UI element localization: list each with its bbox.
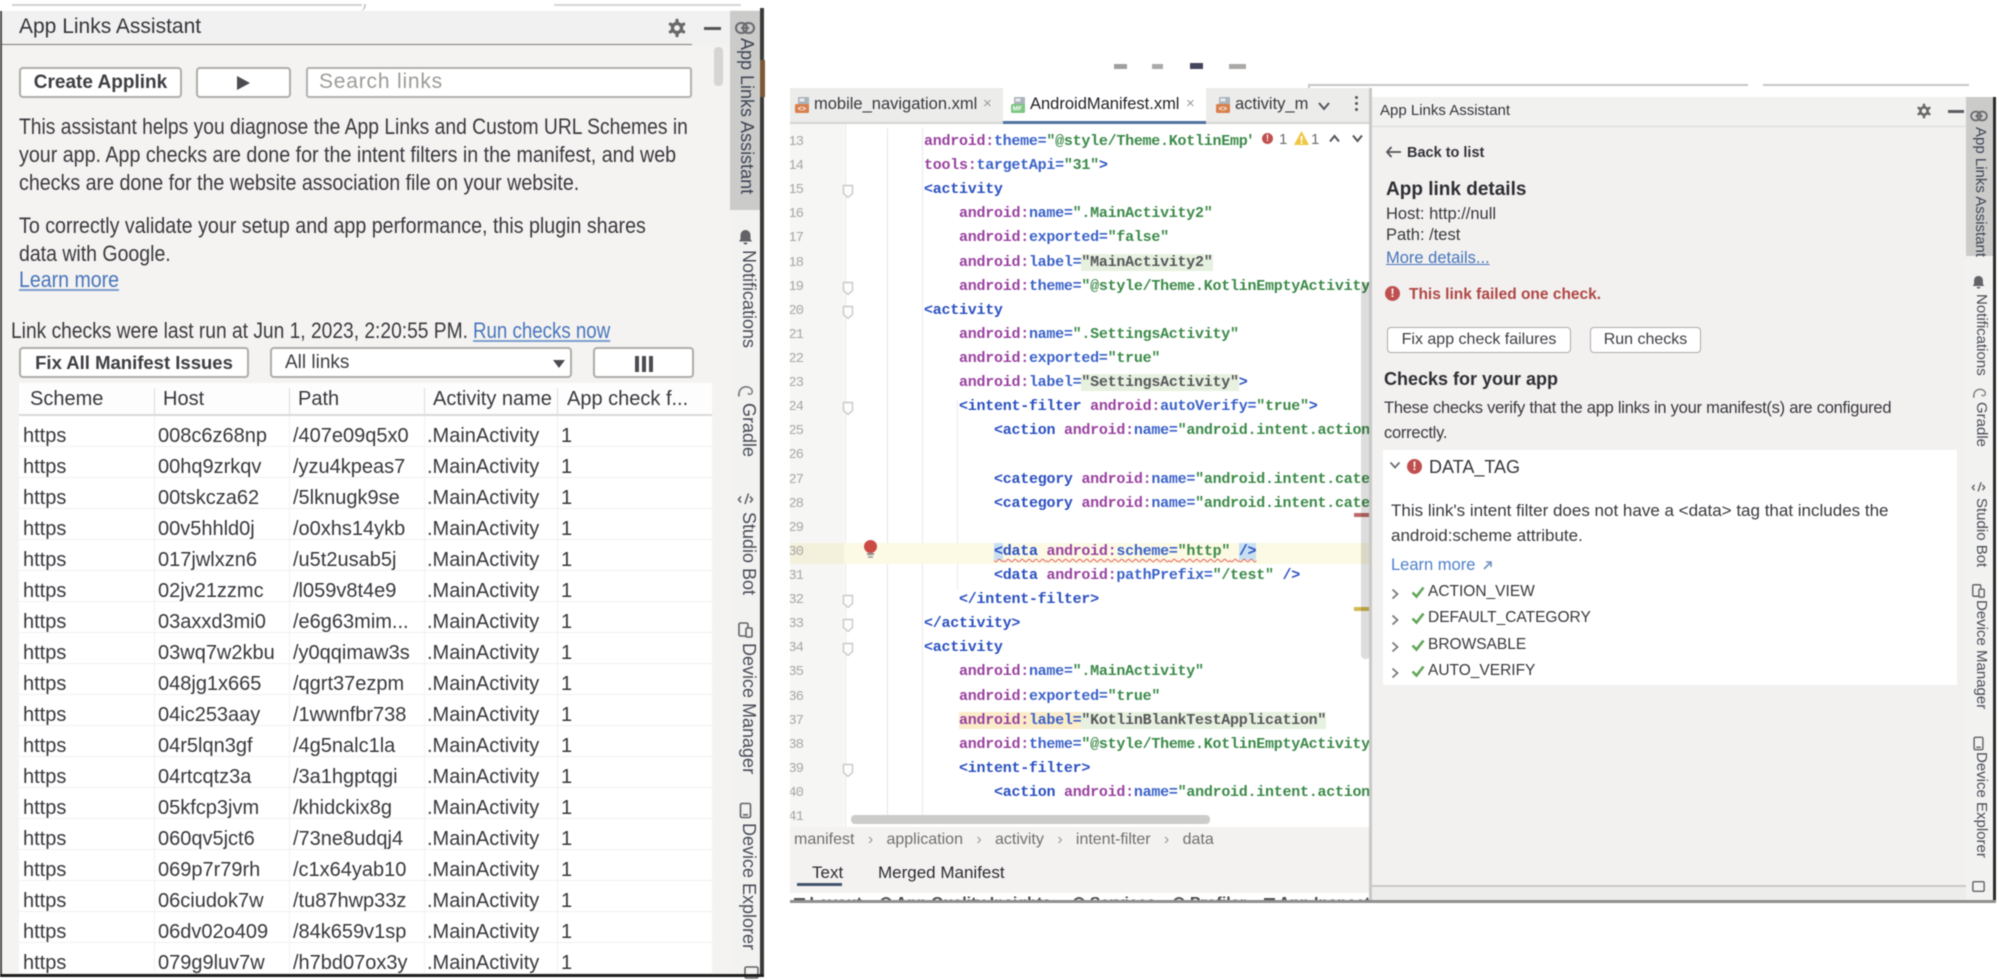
svg-text:MF: MF: [1013, 106, 1022, 113]
svg-text:<>: <>: [1219, 106, 1227, 113]
